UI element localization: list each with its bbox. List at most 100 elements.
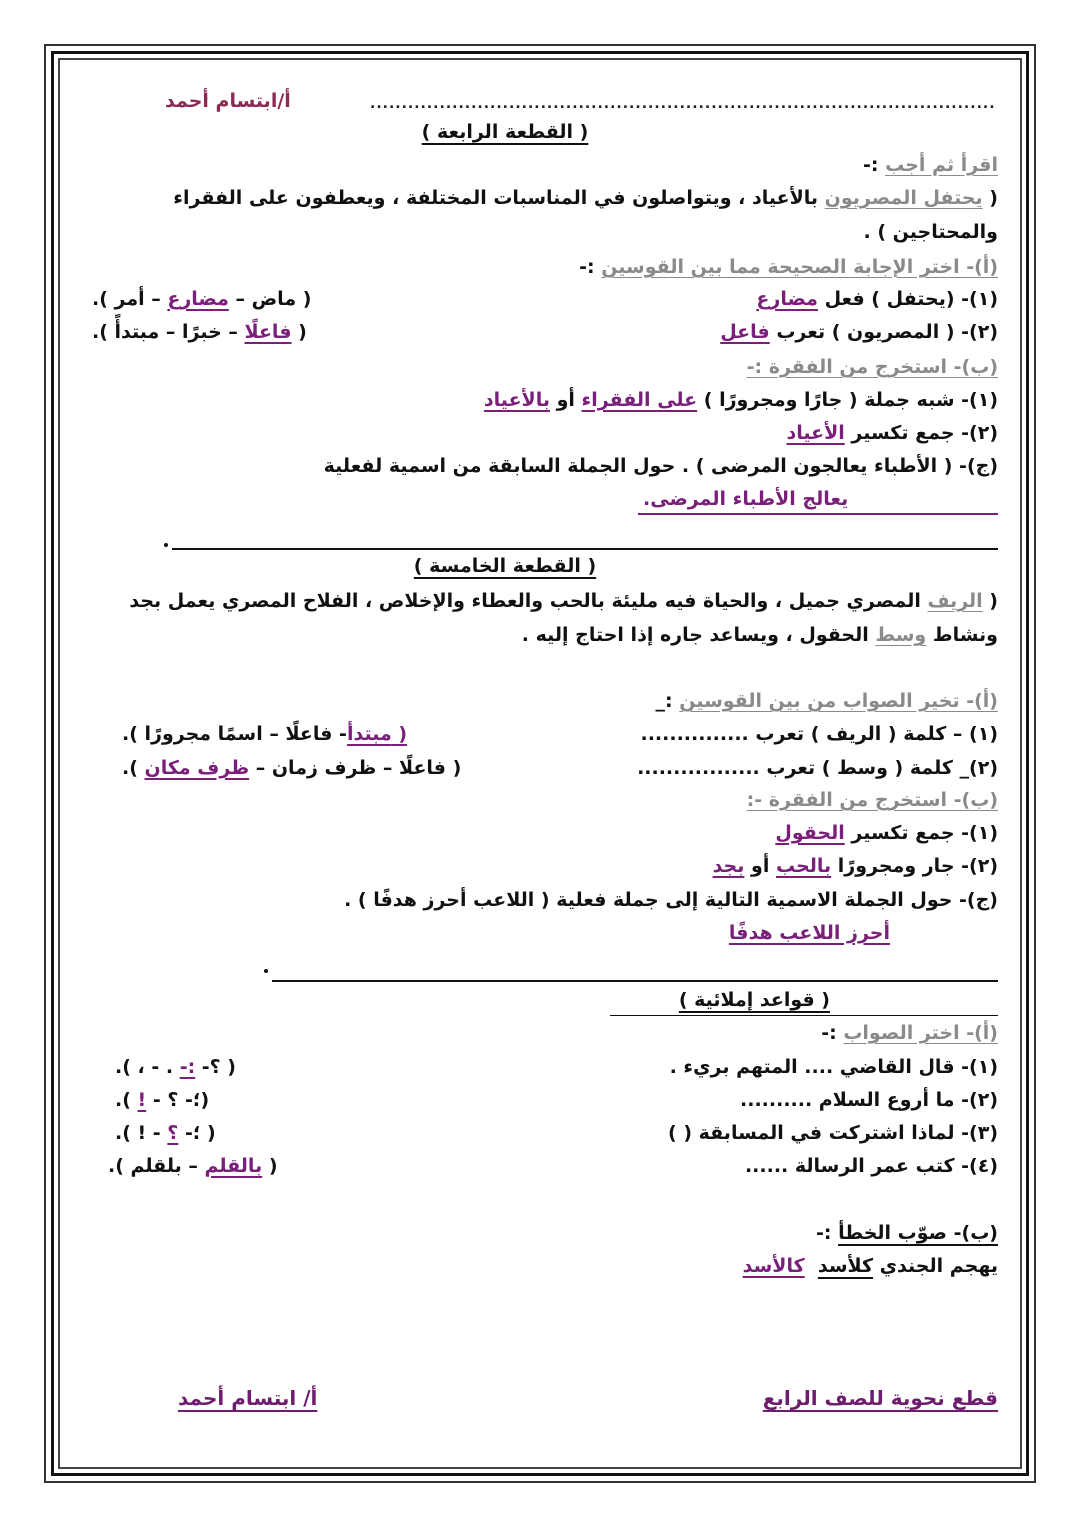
options-close: ). <box>122 757 145 779</box>
item-answer: على الفقراء <box>581 389 698 411</box>
item-number: (٢)- <box>954 1089 998 1111</box>
options-close: - ! ). <box>115 1122 168 1144</box>
instruction-suffix: :- <box>863 154 886 176</box>
passage5-part-a-heading: (أ)- تخير الصواب من بين القوسين :_ <box>656 686 998 716</box>
options-answer: مبتدأ <box>346 723 392 745</box>
item-number: (٢)- <box>954 855 998 877</box>
divider-1 <box>172 548 998 550</box>
item-question: ما أروع السلام .......... <box>740 1089 955 1111</box>
passage4-a-item2: (٢)- ( المصريون ) تعرب فاعل <box>720 317 998 347</box>
passage4-a-item1-options: ( ماض – مضارع – أمر ). <box>92 284 311 314</box>
item-or: أو <box>549 389 582 411</box>
options-answer: فاعلًا <box>244 321 292 343</box>
text-rest: بالأعياد ، ويتواصلون في المناسبات المختل… <box>173 187 825 209</box>
spelling-a-item3-options: ( ؛- ؟ - ! ). <box>115 1118 216 1148</box>
heading-suffix: :- <box>579 256 602 278</box>
correct-word: كالأسد <box>742 1255 805 1277</box>
options-close: – خبرًا – مبتدأً ). <box>92 321 245 343</box>
item-answer: الأعياد <box>786 422 845 444</box>
underlined-word-wasat: وسط <box>875 624 927 646</box>
spelling-a-item4: (٤)- كتب عمر الرسالة ...... <box>745 1151 998 1181</box>
options-close: – بلقلم ). <box>108 1155 205 1177</box>
options-answer: :- <box>179 1056 196 1078</box>
options-close: – أمر ). <box>92 288 168 310</box>
item-answer: بالحب <box>775 855 832 877</box>
underlined-phrase: يحتفل المصريون <box>824 187 983 209</box>
text-part-b: الحقول ، ويساعد جاره إذا احتاج إليه . <box>521 624 876 646</box>
spelling-title-wrap: ( قواعد إملائية ) <box>679 985 830 1015</box>
item-answer: مضارع <box>756 288 818 310</box>
item-number: (١)- <box>954 822 998 844</box>
options-answer: ! <box>137 1089 147 1111</box>
item-question: كتب عمر الرسالة ...... <box>744 1155 955 1177</box>
item-question: (يحتفل ) فعل <box>817 288 955 310</box>
item-number: (٤)- <box>954 1155 998 1177</box>
passage4-c-question: (ج)- ( الأطباء يعالجون المرضى ) . حول ال… <box>323 455 998 477</box>
options-answer: مضارع <box>167 288 229 310</box>
passage5-c-question: (ج)- حول الجملة الاسمية التالية إلى جملة… <box>344 889 998 911</box>
paren-open: ( <box>982 590 998 612</box>
passage5-part-b-heading: (ب)- استخرج من الفقرة -: <box>747 785 998 815</box>
options-open: ( ؟- <box>195 1056 236 1078</box>
item-number: (٣)- <box>954 1122 998 1144</box>
item-or: أو <box>744 855 776 877</box>
spelling-a-item3: (٣)- لماذا اشتركت في المسابقة ( ) <box>668 1118 998 1148</box>
item-question: جمع تكسير <box>844 422 955 444</box>
passage5-a-item2: (٢)_ كلمة ( وسط ) تعرب ................. <box>637 753 998 783</box>
passage4-b-item2: (٢)- جمع تكسير الأعياد <box>787 418 999 448</box>
passage4-part-b-heading: (ب)- استخرج من الفقرة :- <box>747 352 998 382</box>
item-question: – كلمة ( الريف ) تعرب ............... <box>640 723 963 745</box>
heading-label: (ب)- استخرج من الفقرة -: <box>746 789 998 811</box>
item-question: كلمة ( وسط ) تعرب ................. <box>637 757 953 779</box>
passage4-c-answer: يعالج الأطباء المرضى. <box>643 488 849 510</box>
spelling-a-item4-options: ( بالقلم – بلقلم ). <box>108 1151 278 1181</box>
item-number: (٢)- <box>954 422 998 444</box>
divider-2 <box>272 980 998 982</box>
passage5-c-answer-text: أحرز اللاعب هدفًا <box>728 922 890 944</box>
options-close: - فاعلًا – اسمًا مجرورًا ). <box>122 723 347 745</box>
options-open: ( <box>291 321 307 343</box>
passage5-c-answer: أحرز اللاعب هدفًا <box>729 918 890 948</box>
passage4-text-line1: ( يحتفل المصريون بالأعياد ، ويتواصلون في… <box>173 183 998 213</box>
passage5-text-line2: ونشاط وسط الحقول ، ويساعد جاره إذا احتاج… <box>522 620 998 650</box>
spelling-a-item2: (٢)- ما أروع السلام .......... <box>740 1085 998 1115</box>
heading-label: (ب)- استخرج من الفقرة :- <box>746 356 998 378</box>
item-question: شبه جملة ( جارًا ومجرورًا ) <box>697 389 955 411</box>
wrong-word: كلأسد <box>817 1255 874 1277</box>
options-open: ( <box>262 1155 278 1177</box>
heading-label: (ب)- صوّب الخطأ <box>838 1222 998 1244</box>
heading-suffix: :- <box>821 1022 844 1044</box>
passage5-a-item1: (١) – كلمة ( الريف ) تعرب ..............… <box>641 719 999 749</box>
author-name: أ/ابتسام أحمد <box>165 90 291 112</box>
spelling-part-a-heading: (أ)- اختر الصواب :- <box>821 1018 998 1048</box>
heading-suffix: :- <box>815 1222 839 1244</box>
options-open: ( <box>391 723 408 745</box>
passage5-title: ( القطعة الخامسة ) <box>413 555 597 577</box>
item-answer: الحقول <box>775 822 845 844</box>
passage4-text-line2: والمحتاجين ) . <box>863 221 998 243</box>
options-open: (؛- ؟ - <box>146 1089 210 1111</box>
text-part-a: ونشاط <box>926 624 998 646</box>
text-rest: المصري جميل ، والحياة فيه مليئة بالحب وا… <box>129 590 928 612</box>
footer-subject: قطع نحوية للصف الرابع <box>762 1386 998 1410</box>
passage5-b-item1: (١)- جمع تكسير الحقول <box>775 818 998 848</box>
options-open: ( ؛- <box>178 1122 216 1144</box>
options-answer: ؟ <box>167 1122 179 1144</box>
options-open: ( ماض – <box>228 288 312 310</box>
passage4-title: ( القطعة الرابعة ) <box>421 121 589 143</box>
divider-2-dot <box>264 969 268 973</box>
item-answer-2: بالأعياد <box>483 389 550 411</box>
item-number: (١)- <box>954 389 998 411</box>
passage4-c-answer-line: يعالج الأطباء المرضى. <box>638 485 998 515</box>
item-number: (١)- <box>954 1056 998 1078</box>
options-answer: ظرف مكان <box>144 757 250 779</box>
passage4-a-item2-options: ( فاعلًا – خبرًا – مبتدأً ). <box>92 317 307 347</box>
options-answer: بالقلم <box>204 1155 263 1177</box>
sentence-text: يهجم الجندي <box>873 1255 998 1277</box>
item-question: جمع تكسير <box>844 822 955 844</box>
options-close: . - ، ). <box>115 1056 180 1078</box>
passage5-text-line1: ( الريف المصري جميل ، والحياة فيه مليئة … <box>129 586 998 616</box>
item-question: ( المصريون ) تعرب <box>769 321 955 343</box>
passage4-part-a-heading: (أ)- اختر الإجابة الصحيحة مما بين القوسي… <box>579 252 998 282</box>
heading-label: (أ)- اختر الإجابة الصحيحة مما بين القوسي… <box>601 256 998 278</box>
